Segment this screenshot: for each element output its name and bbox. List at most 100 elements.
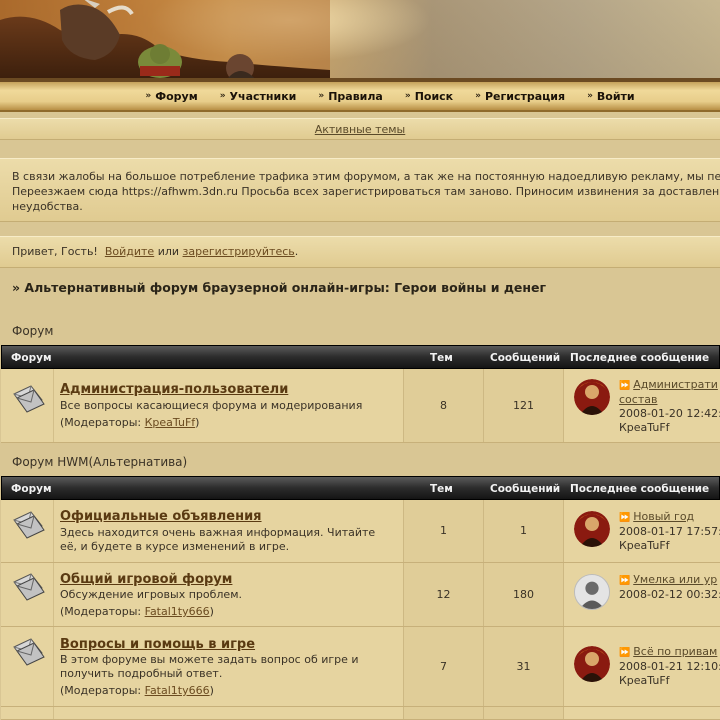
table-header: Форум Тем Сообщений Последнее сообщение bbox=[1, 476, 720, 500]
last-post-link[interactable]: Умелка или ур bbox=[633, 573, 717, 586]
last-post-cell: ⏩ Умелка или ур 2008-02-12 00:32: bbox=[563, 563, 720, 626]
moderators-label: (Модераторы: bbox=[60, 605, 142, 618]
forum-main-cell bbox=[53, 707, 403, 719]
greeting-text: Привет, Гость! bbox=[12, 245, 98, 258]
last-post-info: ⏩ Умелка или ур 2008-02-12 00:32: bbox=[619, 573, 720, 602]
last-post-info: ⏩ Новый год 2008-01-17 17:57: КреаTuFf bbox=[619, 510, 720, 553]
nav-forum[interactable]: » Форум bbox=[145, 90, 197, 103]
moderator-link[interactable]: КреаTuFf bbox=[145, 416, 196, 429]
nav-rules-label: Правила bbox=[328, 89, 383, 103]
last-post-user: КреаTuFf bbox=[619, 421, 670, 434]
announcement-line-2: Переезжаем сюда https://afhwm.3dn.ru Про… bbox=[12, 185, 720, 198]
last-post-icon: ⏩ bbox=[619, 576, 631, 586]
forum-description: Все вопросы касающиеся форума и модериро… bbox=[60, 399, 363, 412]
last-post-link[interactable]: Администрати bbox=[633, 378, 718, 391]
chevron-right-icon: » bbox=[145, 91, 152, 101]
forum-icon-cell bbox=[1, 563, 53, 626]
forum-moderators: (Модераторы: Fatal1ty666) bbox=[60, 605, 214, 618]
col-topics: Тем bbox=[430, 483, 453, 495]
forum-title-link[interactable]: Официальные объявления bbox=[60, 509, 262, 524]
moderators-label: (Модераторы: bbox=[60, 684, 142, 697]
section-label: Форум HWM(Альтернатива) bbox=[12, 455, 188, 469]
forum-title: » Альтернативный форум браузерной онлайн… bbox=[12, 280, 547, 295]
chevron-right-icon: » bbox=[475, 91, 481, 101]
last-post-icon: ⏩ bbox=[619, 381, 631, 391]
login-link[interactable]: Войдите bbox=[105, 245, 154, 258]
announcement: В связи жалобы на большое потребление тр… bbox=[0, 158, 720, 222]
last-post-date: 2008-01-20 12:42: bbox=[619, 407, 720, 420]
forum-description: Здесь находится очень важная информация.… bbox=[60, 526, 400, 554]
active-topics-link[interactable]: Активные темы bbox=[315, 123, 406, 136]
col-last-post: Последнее сообщение bbox=[570, 352, 710, 364]
topics-cell: 12 bbox=[403, 563, 483, 626]
greeting-bar: Привет, Гость! Войдите или зарегистрируй… bbox=[0, 236, 720, 268]
register-link[interactable]: зарегистрируйтесь bbox=[183, 245, 295, 258]
forum-moderators: (Модераторы: Fatal1ty666) bbox=[60, 684, 214, 697]
last-post-link-cont[interactable]: состав bbox=[619, 393, 657, 406]
forum-description-line-1: Здесь находится очень важная информация.… bbox=[60, 526, 376, 539]
last-post-cell: ⏩ Новый год 2008-01-17 17:57: КреаTuFf bbox=[563, 500, 720, 562]
announcement-line-1: В связи жалобы на большое потребление тр… bbox=[12, 170, 720, 183]
forum-description: Обсуждение игровых проблем. bbox=[60, 588, 242, 601]
col-forum: Форум bbox=[11, 483, 52, 495]
nav-members-label: Участники bbox=[229, 89, 297, 103]
forum-description-line-2: её, и будете в курсе изменений в игре. bbox=[60, 540, 290, 553]
envelope-icon bbox=[13, 511, 45, 539]
last-post-cell: ⏩ Администрати состав 2008-01-20 12:42: К… bbox=[563, 369, 720, 442]
moderators-label: (Модераторы: bbox=[60, 416, 142, 429]
nav-search-label: Поиск bbox=[414, 89, 454, 103]
forum-row-partial bbox=[1, 707, 720, 720]
forum-icon-cell bbox=[1, 627, 53, 706]
last-post-cell bbox=[563, 707, 720, 719]
moderators-suffix: ) bbox=[209, 605, 214, 618]
forum-icon-cell bbox=[1, 369, 53, 442]
moderator-link[interactable]: Fatal1ty666 bbox=[145, 605, 210, 618]
greeting-suffix: . bbox=[294, 245, 299, 258]
last-post-link[interactable]: Всё по привам bbox=[633, 645, 717, 658]
topics-count: 12 bbox=[436, 588, 451, 601]
forum-moderators: (Модераторы: КреаTuFf) bbox=[60, 416, 199, 429]
section-label: Форум bbox=[12, 324, 54, 338]
nav-register-label: Регистрация bbox=[484, 89, 566, 103]
posts-cell: 121 bbox=[483, 369, 563, 442]
nav-login-label: Войти bbox=[596, 89, 635, 103]
nav-members[interactable]: » Участники bbox=[220, 90, 297, 103]
topics-cell: 8 bbox=[403, 369, 483, 442]
forum-main-cell: Вопросы и помощь в игре В этом форуме вы… bbox=[53, 627, 403, 706]
nav-register[interactable]: » Регистрация bbox=[475, 90, 565, 103]
avatar bbox=[574, 646, 610, 682]
forum-description-line-2: получить подробный ответ. bbox=[60, 667, 223, 680]
forum-main-cell: Официальные объявления Здесь находится о… bbox=[53, 500, 403, 562]
topics-count: 7 bbox=[440, 660, 447, 673]
nav-login[interactable]: » Войти bbox=[587, 90, 635, 103]
posts-cell: 180 bbox=[483, 563, 563, 626]
last-post-info: ⏩ Администрати состав 2008-01-20 12:42: К… bbox=[619, 378, 720, 435]
last-post-cell: ⏩ Всё по привам 2008-01-21 12:10: КреаTuF… bbox=[563, 627, 720, 706]
forum-title-link[interactable]: Вопросы и помощь в игре bbox=[60, 637, 255, 652]
forum-title-link[interactable]: Администрация-пользователи bbox=[60, 382, 288, 397]
banner-artwork bbox=[0, 0, 330, 82]
envelope-icon bbox=[13, 638, 45, 666]
main-nav: » Форум » Участники » Правила » Поиск » Регис… bbox=[0, 82, 720, 112]
active-topics-bar: Активные темы bbox=[0, 118, 720, 140]
chevron-right-icon: » bbox=[587, 91, 593, 101]
posts-cell: 1 bbox=[483, 500, 563, 562]
envelope-icon bbox=[13, 385, 45, 413]
last-post-icon: ⏩ bbox=[619, 648, 631, 658]
posts-count: 180 bbox=[513, 588, 534, 601]
last-post-link[interactable]: Новый год bbox=[633, 510, 694, 523]
nav-rules[interactable]: » Правила bbox=[318, 90, 382, 103]
forum-description-line-1: В этом форуме вы можете задать вопрос об… bbox=[60, 653, 359, 666]
nav-search[interactable]: » Поиск bbox=[405, 90, 453, 103]
envelope-icon bbox=[13, 573, 45, 601]
moderator-link[interactable]: Fatal1ty666 bbox=[145, 684, 210, 697]
last-post-info: ⏩ Всё по привам 2008-01-21 12:10: КреаTuF… bbox=[619, 645, 720, 688]
topics-count: 1 bbox=[440, 524, 447, 537]
topics-cell bbox=[403, 707, 483, 719]
chevron-right-icon: » bbox=[404, 91, 411, 101]
col-topics: Тем bbox=[430, 352, 453, 364]
topics-count: 8 bbox=[440, 399, 447, 412]
forum-title-link[interactable]: Общий игровой форум bbox=[60, 572, 232, 587]
nav-forum-label: Форум bbox=[155, 89, 198, 103]
last-post-icon: ⏩ bbox=[619, 513, 631, 523]
